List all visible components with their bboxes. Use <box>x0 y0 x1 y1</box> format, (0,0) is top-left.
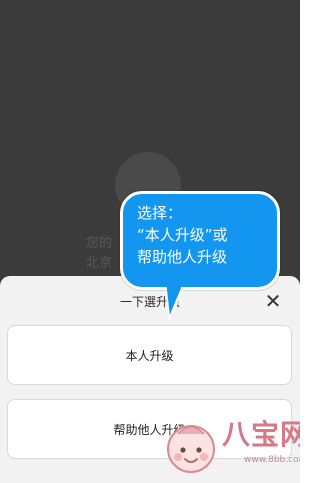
watermark-brand: 八宝网 <box>222 418 300 451</box>
callout-line-1: 选择： <box>137 204 183 222</box>
upgrade-self-button[interactable]: 本人升级 <box>7 325 292 385</box>
background-text-line-2: 北京 <box>86 256 113 271</box>
watermark: 八宝网 www.8bb.com <box>160 416 300 482</box>
background-text-line-1: 您的 <box>86 236 113 251</box>
callout-line-2: “本人升级”或 <box>137 226 228 244</box>
callout-bubble: 选择： “本人升级”或 帮助他人升级 <box>120 191 280 290</box>
upgrade-self-label: 本人升级 <box>125 348 174 363</box>
close-icon[interactable]: ✕ <box>262 290 284 312</box>
watermark-url: www.8bb.com <box>244 455 300 465</box>
sheet-title: 一下選升级 <box>119 295 180 309</box>
baby-face-icon <box>167 425 215 473</box>
callout-line-3: 帮助他人升级 <box>137 248 228 266</box>
screen: 您的 北京 一下選升级 ✕ 本人升级 帮助他人升级 选择： “本人升级”或 帮助… <box>0 0 300 483</box>
